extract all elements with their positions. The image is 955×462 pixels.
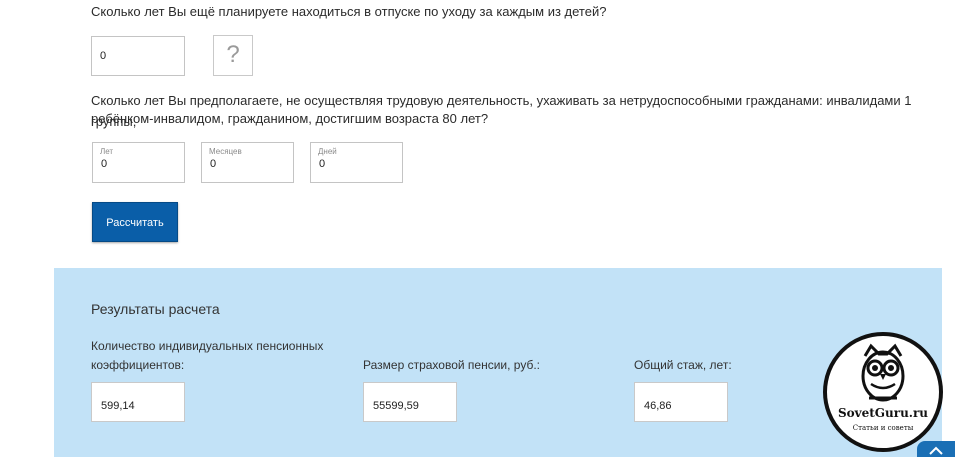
care-days-input[interactable]: Дней 0 (310, 142, 403, 183)
help-question-icon[interactable]: ? (213, 35, 253, 76)
care-years-value: 0 (101, 158, 108, 170)
scroll-up-button[interactable] (917, 441, 955, 457)
chevron-up-icon (929, 446, 943, 455)
care-years-input[interactable]: Лет 0 (92, 142, 185, 183)
care-days-label: Дней (318, 147, 337, 156)
experience-label: Общий стаж, лет: (634, 358, 732, 372)
watermark-tagline: Статьи и советы (852, 424, 914, 432)
ipk-label-line2: коэффициентов: (91, 358, 185, 372)
pension-value-field: 55599,59 (363, 382, 457, 422)
leave-years-input[interactable]: 0 (91, 36, 185, 76)
care-months-input[interactable]: Месяцев 0 (201, 142, 294, 183)
care-months-label: Месяцев (209, 147, 242, 156)
care-days-value: 0 (319, 158, 326, 170)
question-leave: Сколько лет Вы ещё планируете находиться… (91, 4, 607, 19)
care-years-label: Лет (100, 147, 114, 156)
owl-icon (861, 343, 905, 402)
question-care-line2: ребёнком-инвалидом, гражданином, достигш… (91, 111, 489, 126)
ipk-label-line1: Количество индивидуальных пенсионных (91, 339, 324, 353)
calculate-button[interactable]: Рассчитать (92, 202, 178, 242)
pension-label: Размер страховой пенсии, руб.: (363, 358, 540, 372)
results-title: Результаты расчета (91, 301, 220, 317)
care-months-value: 0 (210, 158, 217, 170)
ipk-value-field: 599,14 (91, 382, 185, 422)
leave-years-value: 0 (100, 50, 107, 62)
watermark-site: SovetGuru.ru (837, 406, 929, 420)
sovetguru-logo: SovetGuru.ru Статьи и советы (823, 332, 943, 452)
experience-value-field: 46,86 (634, 382, 728, 422)
